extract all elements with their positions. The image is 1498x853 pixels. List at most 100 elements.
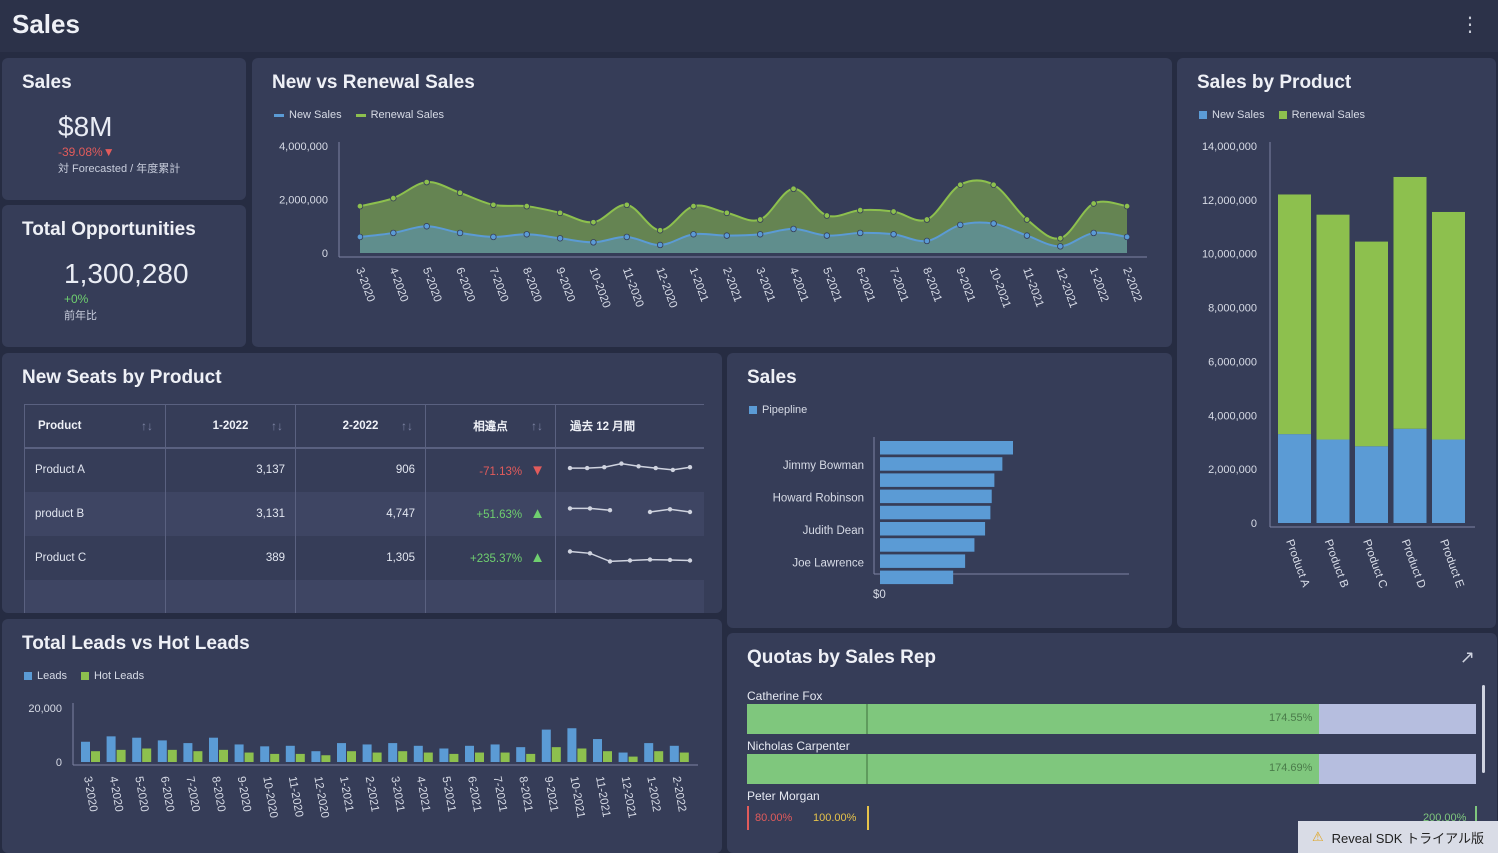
kebab-menu-icon[interactable]: ⋮ bbox=[1460, 12, 1480, 37]
cell-difference: +51.63% ▲ bbox=[425, 491, 556, 536]
data-point bbox=[1023, 232, 1031, 239]
bar-hot-leads bbox=[142, 748, 152, 762]
bar-leads bbox=[541, 729, 551, 762]
trend-up-icon: ▲ bbox=[530, 549, 545, 566]
data-point bbox=[957, 181, 964, 188]
y-tick-label: 0 bbox=[322, 248, 328, 260]
page-header: Sales ⋮ bbox=[0, 0, 1498, 52]
x-tick-label: 9-2021 bbox=[542, 775, 560, 812]
bar-pipeline bbox=[880, 522, 986, 536]
bar-leads bbox=[490, 744, 500, 762]
trial-banner[interactable]: ⚠ Reveal SDK トライアル版 bbox=[1298, 821, 1498, 853]
data-point bbox=[1023, 216, 1031, 223]
column-header-last-12-months[interactable]: 過去 12 月間 bbox=[555, 404, 704, 449]
trend-up-icon: ▲ bbox=[530, 505, 545, 522]
data-point bbox=[1057, 243, 1064, 250]
bar-hot-leads bbox=[91, 751, 100, 762]
cell-sparkline bbox=[555, 535, 704, 580]
new-vs-renewal-card[interactable]: New vs Renewal Sales New Sales Renewal S… bbox=[252, 58, 1172, 347]
data-point bbox=[790, 185, 797, 192]
x-tick-label: 6-2021 bbox=[853, 266, 877, 304]
x-tick-label: Product E bbox=[1437, 538, 1466, 590]
bar-hot-leads bbox=[449, 753, 459, 762]
x-tick-label: 2-2022 bbox=[1120, 266, 1144, 304]
table-row[interactable]: Product A 3,137 906 -71.13% ▼ bbox=[24, 447, 704, 492]
x-tick-label: 7-2020 bbox=[487, 266, 511, 304]
quota-bar[interactable]: 174.55% bbox=[747, 704, 1476, 734]
bar-hot-leads bbox=[193, 751, 203, 762]
sales-by-product-card[interactable]: Sales by Product New Sales Renewal Sales… bbox=[1177, 58, 1496, 628]
bar-new-sales bbox=[1432, 211, 1465, 440]
kpi-sales-card[interactable]: Sales $8M -39.08%▼ 対 Forecasted / 年度累計 bbox=[2, 58, 246, 200]
x-tick-label: 5-2020 bbox=[420, 266, 444, 304]
data-point bbox=[590, 219, 597, 226]
bar-hot-leads bbox=[628, 756, 638, 762]
warning-icon: ⚠ bbox=[1312, 829, 1324, 844]
y-tick-label: 4,000,000 bbox=[1208, 410, 1257, 422]
kpi-opportunities-card[interactable]: Total Opportunities 1,300,280 +0% 前年比 bbox=[2, 205, 246, 347]
scrollbar[interactable] bbox=[1482, 685, 1485, 773]
data-point bbox=[356, 202, 364, 210]
x-tick-label: 1-2022 bbox=[1087, 266, 1111, 304]
table-row[interactable]: product B 3,131 4,747 +51.63% ▲ bbox=[24, 491, 704, 536]
x-tick-label: 1-2022 bbox=[644, 775, 662, 812]
x-tick-label: 3-2020 bbox=[81, 775, 99, 812]
data-point bbox=[523, 231, 530, 238]
x-tick-label: 8-2021 bbox=[516, 775, 534, 812]
sort-icon[interactable]: ↑↓ bbox=[531, 419, 543, 433]
quotas-card[interactable]: Quotas by Sales Rep ↗ Catherine Fox 174.… bbox=[727, 633, 1497, 853]
bar-hot-leads bbox=[244, 752, 254, 762]
cell-difference: +235.37% ▲ bbox=[425, 535, 556, 580]
data-point bbox=[556, 209, 564, 217]
data-point bbox=[656, 227, 664, 234]
y-tick-label: Jimmy Bowman bbox=[783, 460, 864, 472]
bar-leads bbox=[439, 748, 449, 762]
data-point bbox=[456, 229, 464, 237]
x-tick-label: 6-2020 bbox=[158, 775, 176, 812]
x-tick-label: 6-2020 bbox=[453, 266, 477, 304]
new-seats-card[interactable]: New Seats by Product Product ↑↓ 1-2022 ↑↓ … bbox=[2, 353, 722, 613]
x-tick-label: 9-2021 bbox=[953, 266, 977, 304]
x-tick-label: 5-2021 bbox=[439, 775, 457, 812]
leads-card[interactable]: Total Leads vs Hot Leads Leads Hot Leads… bbox=[2, 619, 722, 853]
x-tick-label: $0 bbox=[873, 589, 886, 601]
x-tick-label: 12-2020 bbox=[653, 266, 679, 310]
x-tick-label: Product D bbox=[1399, 538, 1428, 590]
sparkline bbox=[567, 460, 693, 472]
x-tick-label: 5-2021 bbox=[820, 266, 844, 304]
bar-hot-leads bbox=[551, 747, 561, 762]
quota-low-label: 80.00% bbox=[755, 812, 793, 824]
x-tick-label: 7-2021 bbox=[887, 266, 911, 304]
quota-bar[interactable]: 174.69% bbox=[747, 754, 1476, 784]
bar-hot-leads bbox=[679, 752, 689, 762]
data-point bbox=[723, 232, 731, 239]
bar-pipeline bbox=[880, 554, 966, 568]
bar-renewal-sales bbox=[1316, 439, 1350, 523]
data-point bbox=[356, 233, 364, 241]
data-point bbox=[923, 237, 931, 245]
sort-icon[interactable]: ↑↓ bbox=[271, 419, 283, 433]
column-header-product[interactable]: Product ↑↓ bbox=[24, 404, 166, 449]
bar-hot-leads bbox=[167, 749, 177, 762]
expand-arrow-icon[interactable]: ↗ bbox=[1460, 647, 1475, 668]
bar-pipeline bbox=[880, 505, 991, 520]
bar-new-sales bbox=[1278, 194, 1311, 435]
sales-pipeline-card[interactable]: Sales Pipepline Jimmy Bowman Howard Robin… bbox=[727, 353, 1172, 628]
column-header-2-2022[interactable]: 2-2022 ↑↓ bbox=[295, 404, 426, 449]
sort-icon[interactable]: ↑↓ bbox=[401, 419, 413, 433]
column-header-1-2022[interactable]: 1-2022 ↑↓ bbox=[165, 404, 296, 449]
x-tick-label: 8-2020 bbox=[520, 266, 544, 304]
cell-product: Product C bbox=[24, 535, 166, 580]
x-tick-label: 12-2020 bbox=[311, 775, 330, 819]
sort-icon[interactable]: ↑↓ bbox=[141, 419, 153, 433]
bar-hot-leads bbox=[475, 752, 484, 762]
x-tick-label: 10-2020 bbox=[587, 266, 613, 310]
data-point bbox=[990, 220, 997, 227]
data-point bbox=[1057, 235, 1064, 242]
y-tick-label: 2,000,000 bbox=[1208, 464, 1257, 476]
column-header-difference[interactable]: 相違点 ↑↓ bbox=[425, 404, 556, 449]
bar-leads bbox=[337, 743, 346, 762]
table-header-row: Product ↑↓ 1-2022 ↑↓ 2-2022 ↑↓ 相違点 ↑↓ 過去 12 … bbox=[24, 404, 704, 449]
table-row[interactable]: Product C 389 1,305 +235.37% ▲ bbox=[24, 535, 704, 580]
sales-by-product-chart: 14,000,000 12,000,000 10,000,000 8,000,000 6… bbox=[1202, 141, 1475, 590]
